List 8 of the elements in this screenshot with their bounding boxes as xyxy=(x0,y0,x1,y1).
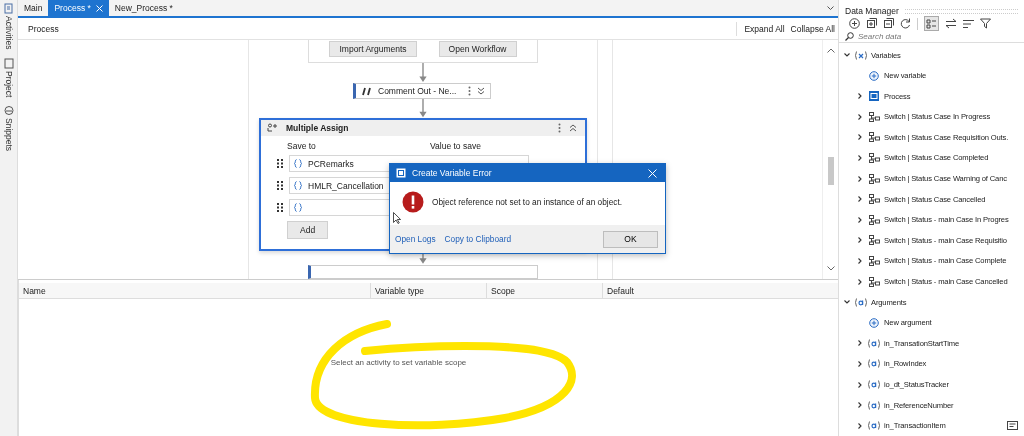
column-label: Save to xyxy=(287,141,317,152)
dialog-title: Create Variable Error xyxy=(412,168,492,178)
panel-title: Data Manager xyxy=(845,6,899,17)
activity-title: Multiple Assign xyxy=(286,123,349,134)
empty-message: Select an activity to set variable scope xyxy=(330,358,467,367)
activity-title: Comment Out - Ne... xyxy=(378,86,458,97)
column-label: Value to save xyxy=(430,141,481,152)
error-message: Object reference not set to an instance of an object. xyxy=(432,196,623,207)
